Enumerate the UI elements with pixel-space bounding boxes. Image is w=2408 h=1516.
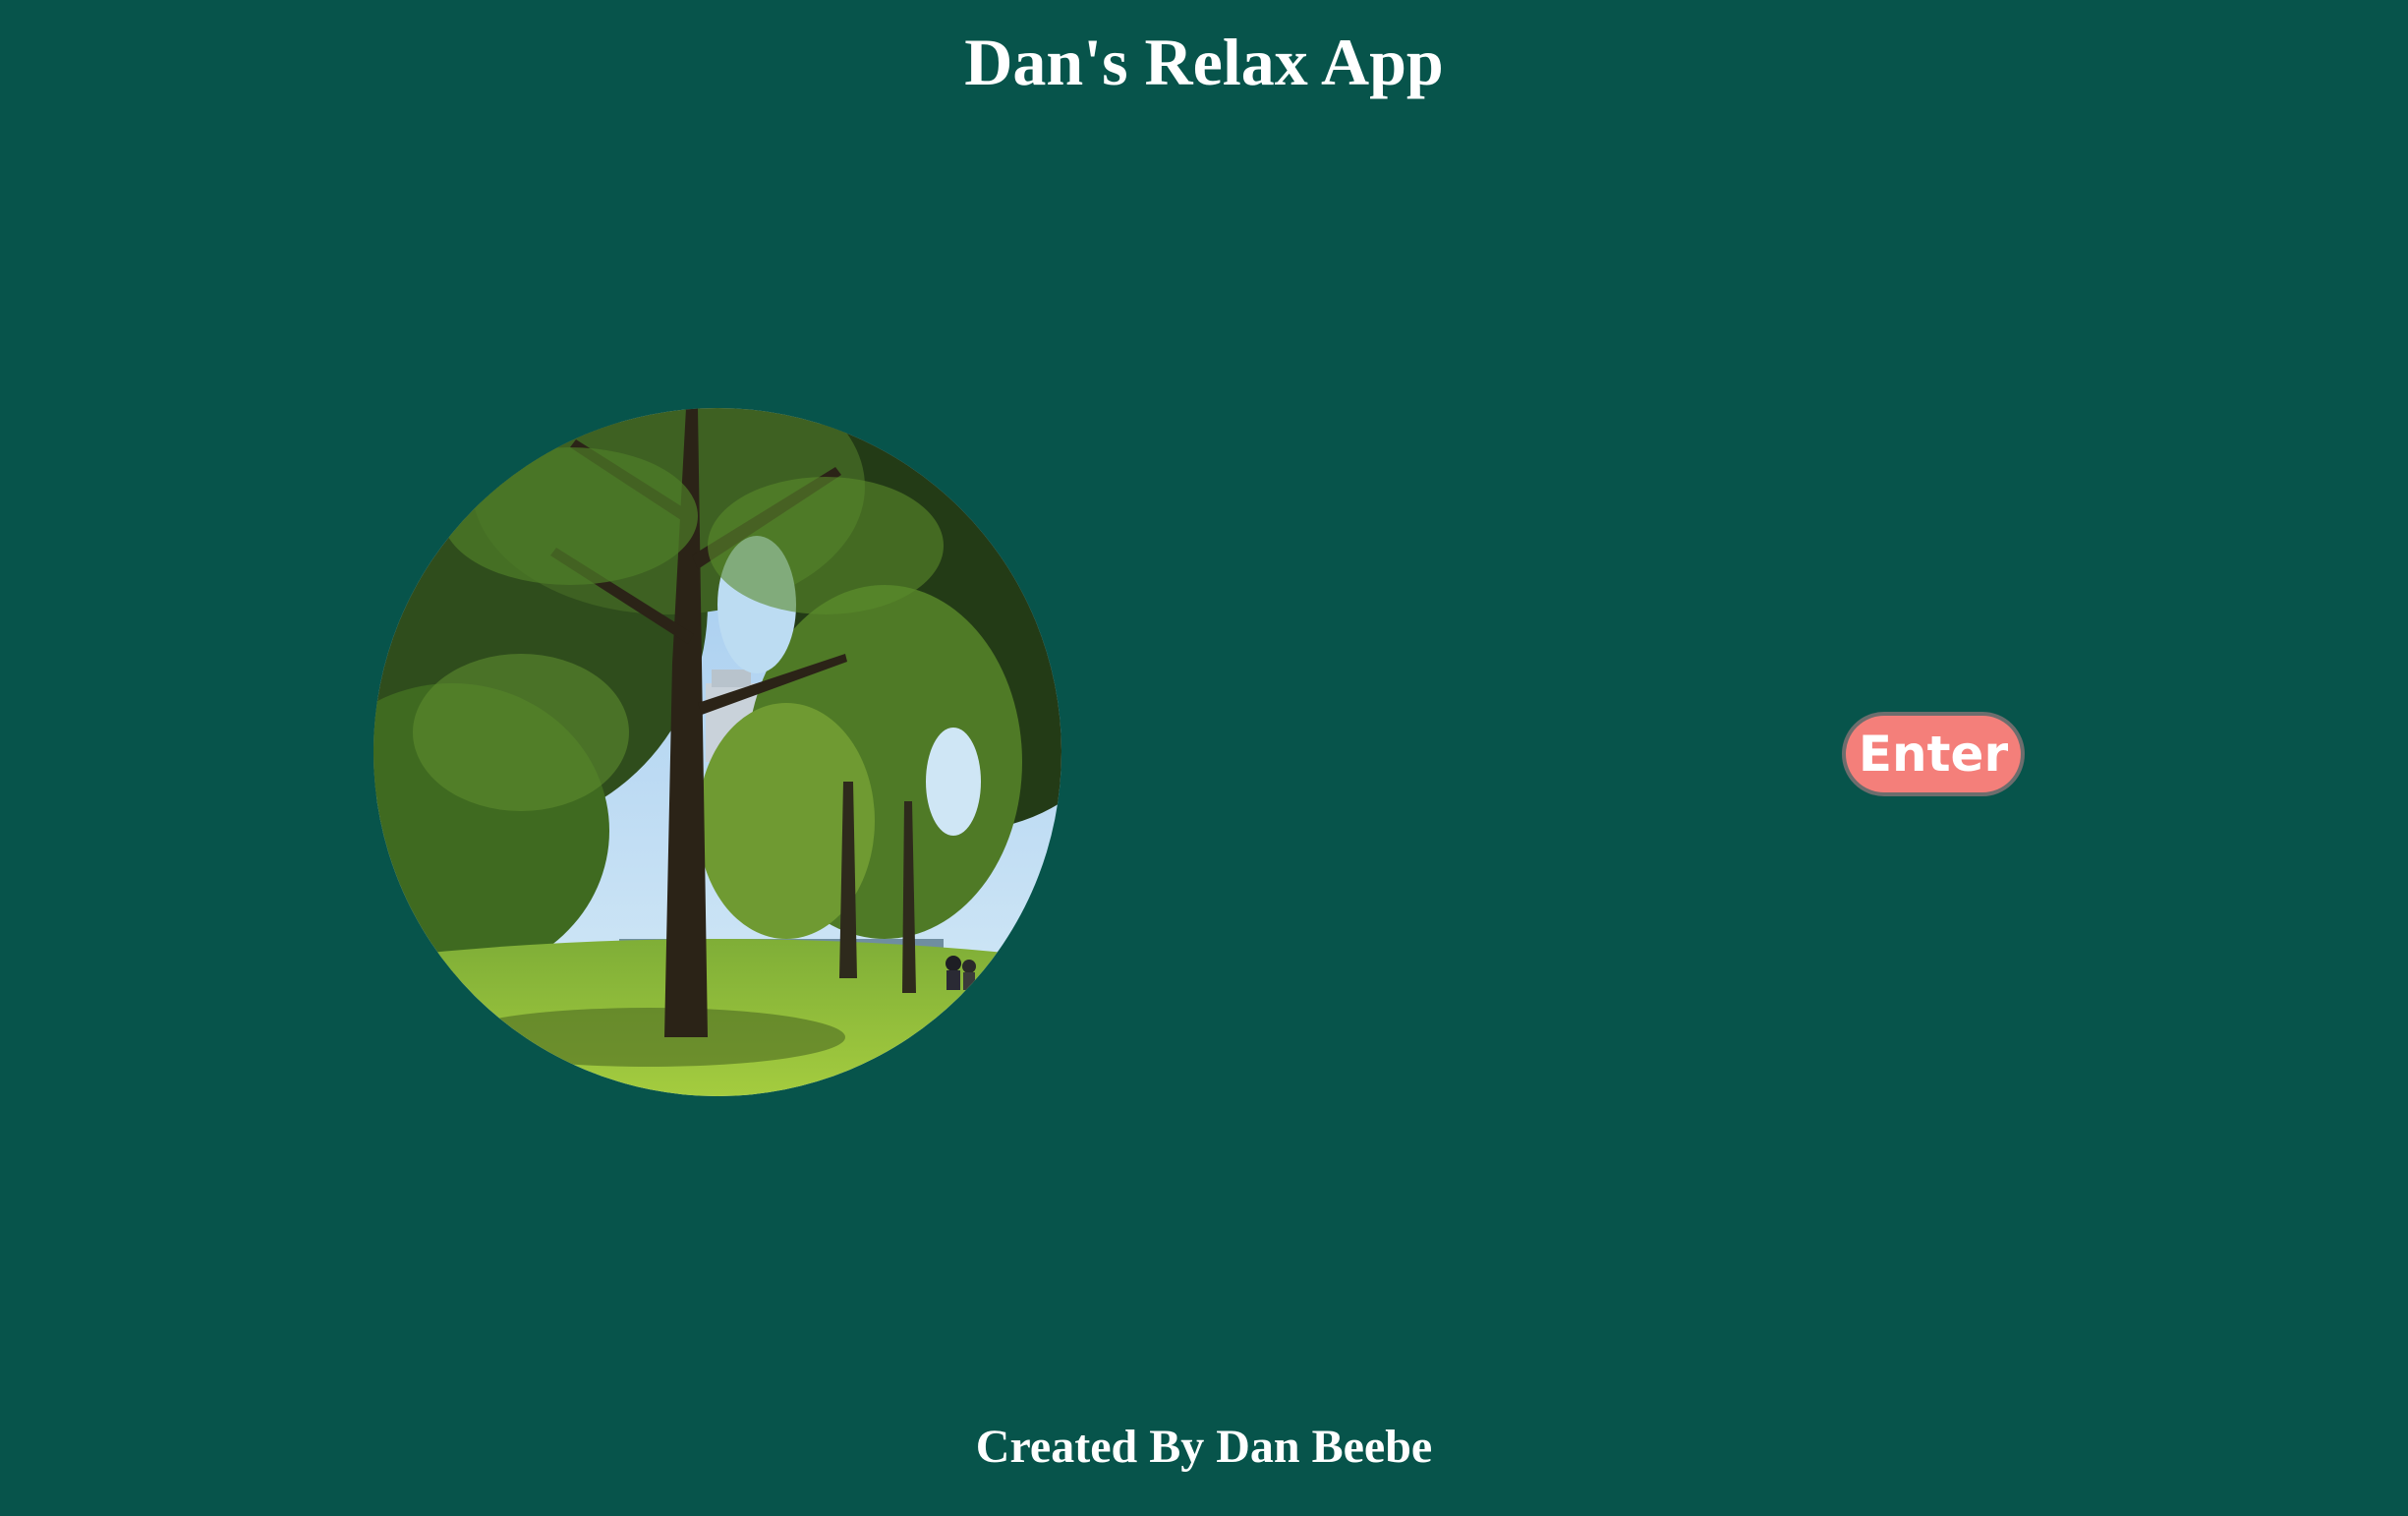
park-scene-image	[373, 408, 1061, 1096]
page-title: Dan's Relax App	[964, 25, 1444, 99]
park-photo	[373, 408, 1061, 1096]
footer-credit: Created By Dan Beebe	[975, 1421, 1433, 1473]
enter-button[interactable]: Enter	[1842, 712, 2025, 796]
